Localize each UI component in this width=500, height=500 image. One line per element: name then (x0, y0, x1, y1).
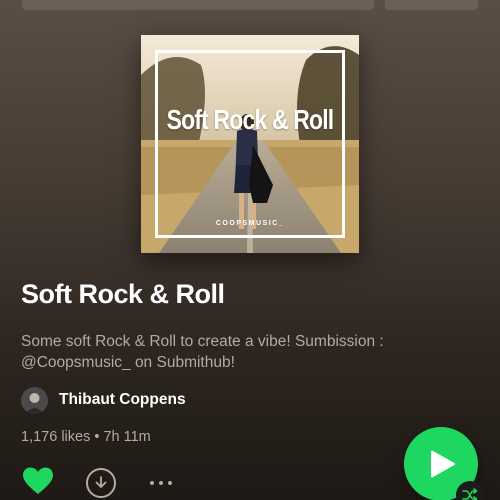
download-icon (95, 476, 107, 488)
shuffle-icon (462, 488, 478, 500)
owner-name[interactable]: Thibaut Coppens (59, 391, 186, 409)
heart-icon (23, 467, 53, 494)
more-icon (150, 481, 154, 485)
cover-brand: COOPSMUSIC_ (215, 220, 285, 227)
search-field[interactable] (22, 0, 374, 10)
play-icon (431, 450, 455, 478)
top-bar (0, 0, 500, 12)
like-button[interactable] (22, 466, 54, 496)
owner-avatar[interactable] (21, 386, 48, 414)
playlist-title: Soft Rock & Roll (21, 279, 225, 309)
download-button[interactable] (86, 468, 116, 498)
cover-title: Soft Rock & Roll (166, 104, 335, 135)
cover-frame (155, 50, 345, 238)
playlist-description: Some soft Rock & Roll to create a vibe! … (21, 333, 384, 371)
playlist-meta: 1,176 likes • 7h 11m (21, 429, 151, 445)
sort-button[interactable] (385, 0, 478, 10)
playlist-owner[interactable]: Thibaut Coppens (21, 386, 186, 414)
more-options-button[interactable] (150, 478, 180, 488)
playlist-cover: Soft Rock & Roll COOPSMUSIC_ (141, 35, 359, 253)
